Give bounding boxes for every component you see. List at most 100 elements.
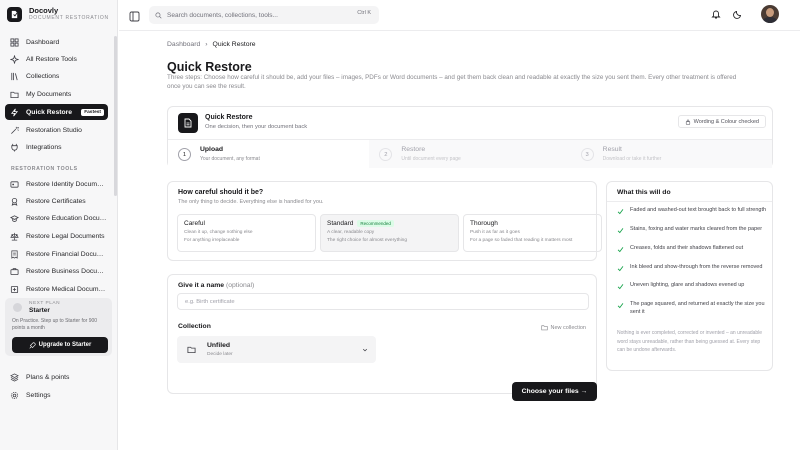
sidebar-item-all-restore-tools[interactable]: All Restore Tools	[5, 51, 108, 67]
plan-description: On Practice. Step up to Starter for 900 …	[12, 318, 98, 331]
sidebar-item-collections[interactable]: Collections	[5, 68, 108, 84]
what-item-text: Creases, folds and their shadows flatten…	[630, 245, 744, 251]
step-title: Result	[602, 146, 622, 153]
sidebar-tool-financial[interactable]: Restore Financial Docu…	[5, 246, 108, 262]
upgrade-button[interactable]: Upgrade to Starter	[12, 337, 108, 353]
page-title: Quick Restore	[167, 60, 252, 74]
check-icon	[617, 209, 624, 215]
check-icon	[617, 266, 624, 272]
step-restore: 2 Restore Until document every page	[369, 140, 571, 168]
option-description: Push it as far as it goes	[470, 230, 520, 235]
sidebar-item-label: Settings	[26, 391, 51, 399]
sidebar-item-label: Plans & points	[26, 373, 70, 381]
brand[interactable]: Docovly DOCUMENT RESTORATION	[7, 6, 109, 22]
choose-files-button[interactable]: Choose your files →	[512, 382, 597, 401]
chevron-right-icon: ›	[205, 41, 208, 48]
library-icon	[10, 72, 19, 81]
option-standard[interactable]: Standard Recommended A clear, readable c…	[320, 214, 459, 252]
search-shortcut: Ctrl K	[357, 10, 371, 16]
steps: 1 Upload Your document, any format 2 Res…	[168, 139, 772, 168]
option-title: Careful	[184, 220, 205, 227]
option-careful[interactable]: Careful Clean it up, change nothing else…	[177, 214, 316, 252]
what-item-text: Ink bleed and show-through from the reve…	[630, 264, 763, 270]
sidebar-item-quick-restore[interactable]: Quick Restore Fastest	[5, 104, 108, 120]
option-title: Standard	[327, 220, 354, 227]
sidebar-item-label: Restore Financial Docu…	[26, 250, 104, 258]
what-item-text: The page squared, and returned at exactl…	[630, 301, 765, 315]
id-card-icon	[10, 180, 19, 189]
new-collection-button[interactable]: New collection	[540, 324, 586, 331]
step-result: 3 Result Download or take it further	[570, 140, 772, 168]
step-subtitle: Download or take it further	[602, 156, 662, 162]
sidebar-tool-certificates[interactable]: Restore Certificates	[5, 193, 108, 209]
divider	[607, 201, 772, 202]
sidebar-tool-education[interactable]: Restore Education Docu…	[5, 210, 108, 226]
award-icon	[10, 197, 19, 206]
plug-icon	[10, 143, 19, 152]
what-title: What this will do	[617, 189, 671, 196]
folder-plus-icon	[540, 325, 548, 331]
option-note: For anything irreplaceable	[184, 238, 240, 243]
search-icon	[155, 11, 162, 19]
quick-restore-title: Quick Restore	[205, 114, 253, 121]
step-number: 1	[178, 148, 191, 161]
sidebar-scrollbar[interactable]	[114, 36, 117, 196]
name-placeholder: e.g. Birth certificate	[185, 298, 235, 305]
sidebar-item-restoration-studio[interactable]: Restoration Studio	[5, 122, 108, 138]
search-input[interactable]: Search documents, collections, tools... …	[149, 6, 379, 24]
option-description: Clean it up, change nothing else	[184, 230, 253, 235]
checked-pill: Wording & Colour checked	[677, 115, 766, 128]
layers-icon	[10, 372, 19, 382]
topbar: Search documents, collections, tools... …	[119, 0, 800, 31]
sidebar-item-label: Restore Certificates	[26, 197, 86, 205]
wand-icon	[10, 126, 19, 135]
folder-icon	[187, 346, 196, 354]
what-this-will-do-card: What this will do Faded and washed-out t…	[606, 181, 773, 371]
option-note: For a page so faded that reading it matt…	[470, 238, 573, 243]
search-placeholder: Search documents, collections, tools...	[167, 11, 278, 19]
collection-select[interactable]: Unfiled Decide later	[177, 336, 376, 363]
sidebar-item-label: Dashboard	[26, 38, 60, 46]
logo-icon	[7, 6, 22, 22]
name-collection-card: Give it a name (optional) e.g. Birth cer…	[167, 274, 597, 394]
avatar[interactable]	[761, 5, 779, 23]
checked-pill-label: Wording & Colour checked	[693, 118, 759, 125]
step-subtitle: Until document every page	[401, 156, 461, 162]
sparkle-icon	[10, 54, 19, 64]
sidebar-item-label: My Documents	[26, 90, 72, 98]
sidebar-tool-identity[interactable]: Restore Identity Docum…	[5, 176, 108, 192]
sidebar-item-label: Restore Business Docu…	[26, 267, 104, 275]
scales-icon	[10, 232, 19, 241]
step-upload: 1 Upload Your document, any format	[168, 140, 370, 168]
sidebar-tool-legal[interactable]: Restore Legal Documents	[5, 228, 108, 244]
brand-name: Docovly	[29, 6, 59, 15]
bell-icon[interactable]	[710, 8, 722, 20]
what-item-text: Stains, foxing and water marks cleared f…	[630, 226, 763, 232]
option-thorough[interactable]: Thorough Push it as far as it goes For a…	[463, 214, 602, 252]
check-icon	[617, 228, 624, 234]
what-item-text: Faded and washed-out text brought back t…	[630, 207, 767, 213]
moon-icon[interactable]	[732, 8, 744, 20]
sidebar-item-settings[interactable]: Settings	[5, 387, 108, 403]
sidebar-tool-business[interactable]: Restore Business Docu…	[5, 263, 108, 279]
sidebar-item-dashboard[interactable]: Dashboard	[5, 34, 108, 50]
check-icon	[617, 303, 624, 309]
plan-icon	[13, 303, 22, 312]
sidebar-tool-medical[interactable]: Restore Medical Docum…	[5, 281, 108, 297]
tools-section-label: RESTORATION TOOLS	[11, 166, 78, 172]
briefcase-icon	[10, 267, 19, 276]
step-number: 3	[580, 148, 594, 161]
breadcrumb: Dashboard › Quick Restore	[167, 41, 256, 48]
sidebar-item-my-documents[interactable]: My Documents	[5, 86, 108, 102]
step-title: Restore	[401, 146, 426, 153]
brand-tagline: DOCUMENT RESTORATION	[29, 15, 109, 21]
sidebar-item-plans[interactable]: Plans & points	[5, 369, 108, 385]
document-name-input[interactable]: e.g. Birth certificate	[177, 293, 589, 310]
care-level-card: How careful should it be? The only thing…	[167, 181, 602, 261]
step-number: 2	[379, 148, 393, 161]
sidebar-item-label: Restore Medical Docum…	[26, 285, 106, 293]
sidebar-item-integrations[interactable]: Integrations	[5, 139, 108, 155]
sidebar-toggle-icon[interactable]	[129, 9, 140, 22]
what-item: Faded and washed-out text brought back t…	[617, 207, 767, 215]
breadcrumb-parent[interactable]: Dashboard	[167, 41, 200, 48]
